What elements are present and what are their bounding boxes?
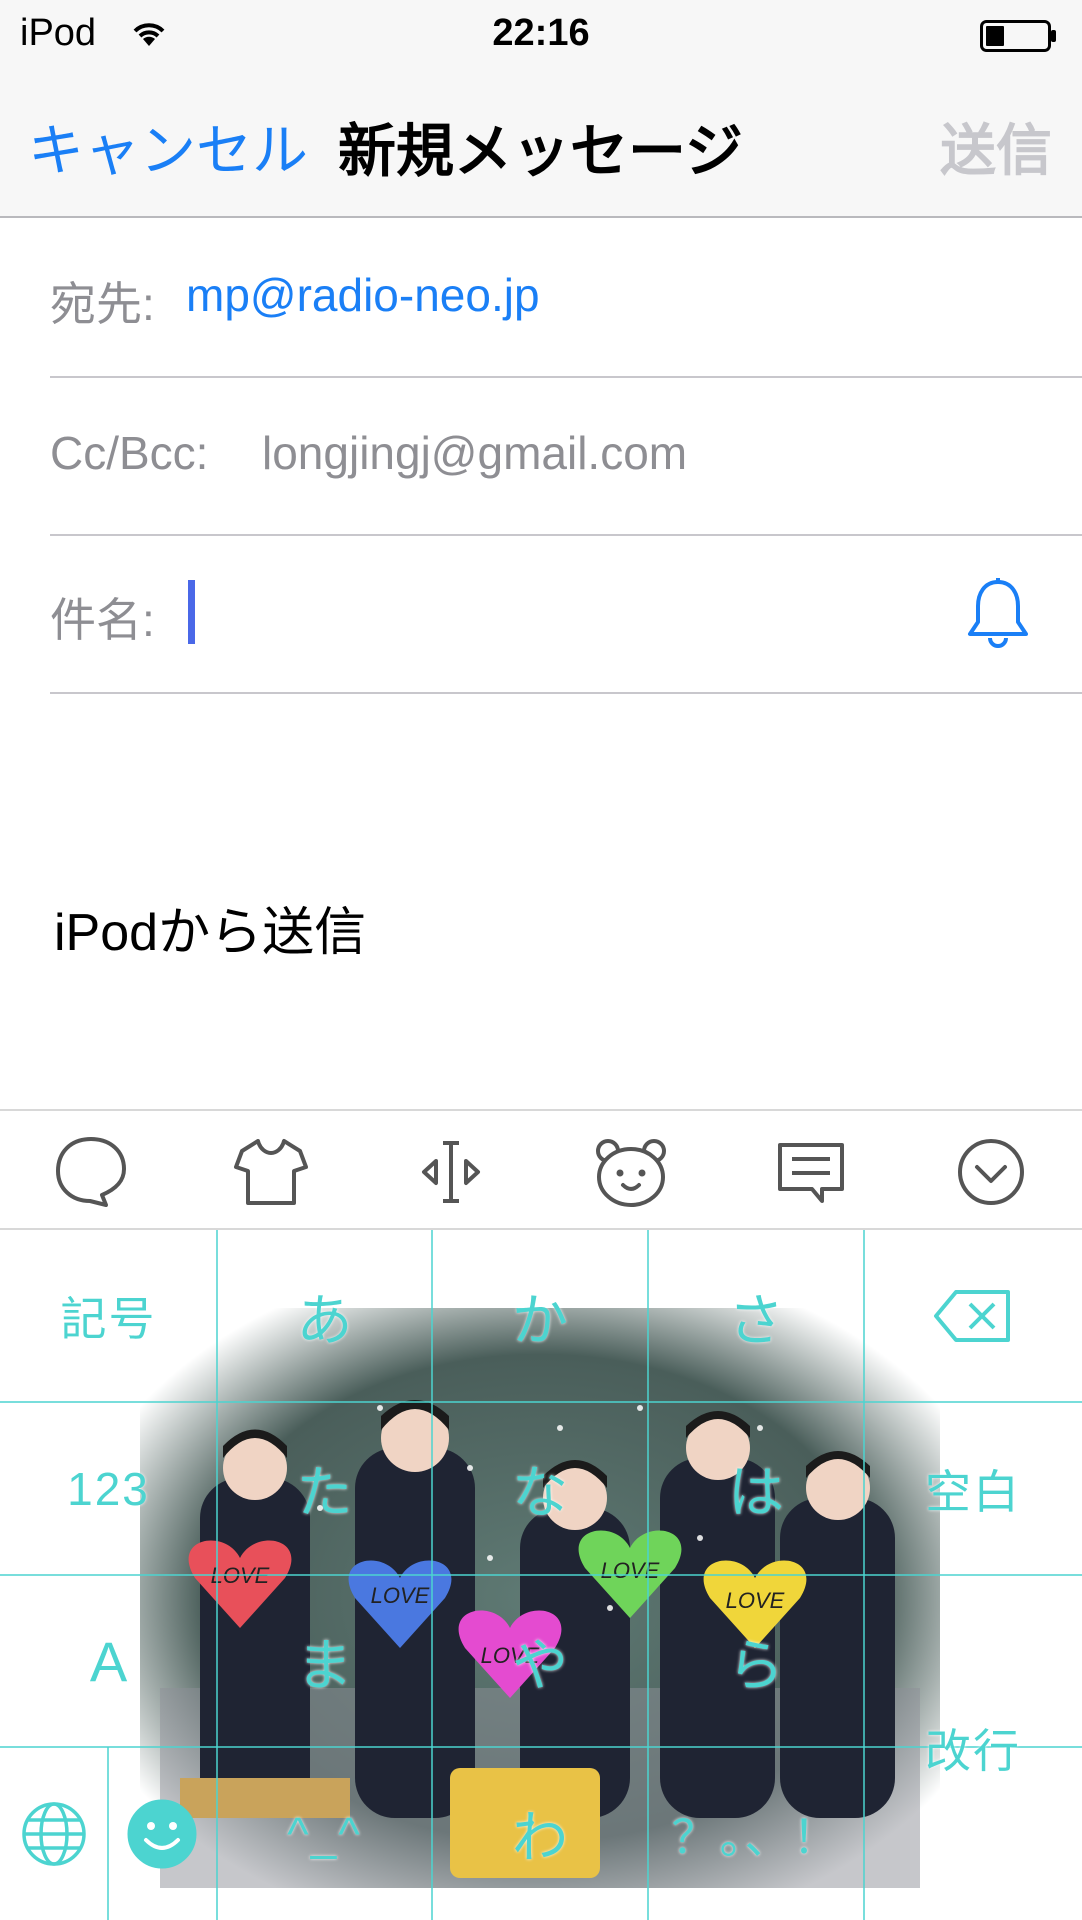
emoji-smiley-icon[interactable] <box>124 1796 200 1872</box>
cc-bcc-value[interactable]: longjingj@gmail.com <box>262 426 687 480</box>
keyboard-toolbar <box>0 1109 1082 1230</box>
key-alpha[interactable]: A <box>0 1575 217 1747</box>
status-time: 22:16 <box>492 12 590 54</box>
nav-bar: キャンセル 新規メッセージ 送信 <box>0 70 1082 218</box>
send-button[interactable]: 送信 <box>940 106 1052 187</box>
key-a[interactable]: あ <box>217 1230 432 1402</box>
key-ka[interactable]: か <box>432 1230 648 1402</box>
key-na[interactable]: な <box>432 1402 648 1575</box>
cc-bcc-field[interactable]: Cc/Bcc: longjingj@gmail.com <box>50 378 1082 536</box>
cursor-move-icon[interactable] <box>410 1131 492 1213</box>
key-return[interactable]: 改行 <box>864 1575 1082 1920</box>
battery-icon <box>980 20 1056 52</box>
subject-field[interactable]: 件名: <box>50 536 1082 694</box>
key-symbols[interactable]: 記号 <box>0 1230 217 1402</box>
cancel-button[interactable]: キャンセル <box>28 106 308 187</box>
key-numbers[interactable]: 123 <box>0 1402 217 1575</box>
key-wa[interactable]: わ <box>432 1747 648 1920</box>
key-sa[interactable]: さ <box>648 1230 864 1402</box>
tshirt-icon[interactable] <box>230 1131 312 1213</box>
status-bar: iPod 22:16 <box>0 0 1082 70</box>
to-field[interactable]: 宛先: mp@radio-neo.jp <box>50 220 1082 378</box>
key-kaomoji[interactable]: ^_^ <box>217 1747 432 1920</box>
key-ma[interactable]: ま <box>217 1575 432 1747</box>
chat-bubble-icon[interactable] <box>50 1131 132 1213</box>
message-icon[interactable] <box>770 1131 852 1213</box>
bear-face-icon[interactable] <box>590 1131 672 1213</box>
to-recipient[interactable]: mp@radio-neo.jp <box>186 268 540 322</box>
key-ra[interactable]: ら <box>648 1575 864 1747</box>
key-space[interactable]: 空白 <box>864 1402 1082 1575</box>
globe-icon[interactable] <box>18 1798 90 1870</box>
cc-bcc-label: Cc/Bcc: <box>50 427 209 479</box>
key-ta[interactable]: た <box>217 1402 432 1575</box>
key-punctuation[interactable]: ？。、！ <box>648 1747 864 1920</box>
key-ya[interactable]: や <box>432 1575 648 1747</box>
text-caret <box>188 580 195 644</box>
bell-icon[interactable] <box>962 576 1034 652</box>
to-label: 宛先: <box>50 278 155 330</box>
backspace-key[interactable] <box>932 1288 1012 1344</box>
message-body-signature[interactable]: iPodから送信 <box>54 890 366 965</box>
chevron-down-circle-icon[interactable] <box>950 1131 1032 1213</box>
page-title: 新規メッセージ <box>338 119 743 184</box>
key-ha[interactable]: は <box>648 1402 864 1575</box>
custom-keyboard: LOVE LOVE LOVE LOVE LOVE 記号 あ か さ 123 た … <box>0 1230 1082 1920</box>
subject-label: 件名: <box>50 594 155 646</box>
